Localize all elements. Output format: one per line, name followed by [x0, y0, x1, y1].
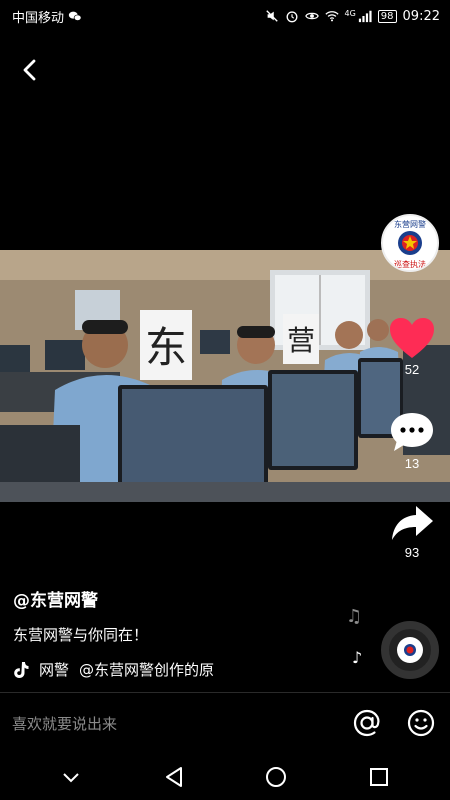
- comment-count: 13: [404, 456, 420, 471]
- video-player[interactable]: 东 营: [0, 250, 450, 502]
- music-label[interactable]: @东营网警创作的原: [79, 659, 303, 680]
- sign-2: 营: [287, 324, 315, 357]
- music-row[interactable]: 网警 @东营网警创作的原: [13, 659, 303, 680]
- mute-icon: [265, 10, 278, 22]
- nav-back-icon: [165, 766, 182, 787]
- nav-back-button[interactable]: [154, 757, 194, 797]
- alarm-icon: [286, 11, 297, 23]
- clock: 09:22: [402, 8, 440, 24]
- sign-1: 东: [145, 323, 187, 372]
- back-icon: [23, 59, 36, 81]
- emoji-icon: [407, 709, 435, 737]
- police-badge-icon: 东营网警 巡查执法: [394, 219, 426, 269]
- music-note-icon: ♫: [346, 606, 363, 627]
- status-right: 4G 98 09:22: [265, 8, 440, 24]
- avatar-text-bottom: 巡查执法: [394, 259, 426, 269]
- comment-icon: [391, 413, 433, 451]
- nav-down-icon: [63, 772, 79, 782]
- mention-button[interactable]: [350, 706, 384, 740]
- comment-button[interactable]: 13: [386, 410, 438, 471]
- comment-input[interactable]: 喜欢就要说出来: [12, 713, 330, 734]
- music-note-icon-2: ♪: [352, 648, 363, 667]
- like-count: 52: [404, 362, 420, 377]
- nav-recent-icon: [369, 767, 388, 786]
- at-icon: [353, 709, 380, 737]
- avatar-text-top: 东营网警: [394, 219, 426, 229]
- heart-icon: [390, 318, 434, 358]
- signal-icon: [358, 10, 372, 23]
- back-button[interactable]: [12, 52, 48, 88]
- video-description: 东营网警与你同在！: [13, 626, 149, 644]
- author-name[interactable]: @东营网警: [13, 586, 98, 611]
- system-nav-bar: [0, 753, 450, 800]
- share-button[interactable]: 93: [386, 503, 438, 560]
- network-type: 4G: [344, 8, 356, 18]
- comment-bar: 喜欢就要说出来: [0, 693, 450, 753]
- tag-label[interactable]: 网警: [39, 659, 69, 680]
- emoji-button[interactable]: [404, 706, 438, 740]
- eye-icon: [304, 12, 319, 20]
- tiktok-note-icon: [14, 661, 29, 678]
- like-button[interactable]: 52: [386, 316, 438, 377]
- carrier-label: 中国移动: [12, 10, 65, 26]
- share-icon: [392, 506, 433, 540]
- video-frame: 东 营: [0, 250, 450, 502]
- nav-home-button[interactable]: [256, 757, 296, 797]
- nav-recent-button[interactable]: [359, 757, 399, 797]
- share-count: 93: [404, 545, 420, 560]
- author-avatar[interactable]: 东营网警 巡查执法: [381, 214, 439, 272]
- status-bar: 中国移动 4G 98 09:22: [0, 0, 450, 32]
- battery-indicator: 98: [377, 9, 397, 23]
- music-disc[interactable]: [381, 621, 439, 679]
- disc-badge-icon: [397, 637, 423, 663]
- status-left: 中国移动: [12, 7, 82, 26]
- wechat-icon: [68, 11, 82, 21]
- nav-home-icon: [266, 766, 287, 787]
- nav-hide-button[interactable]: [51, 757, 91, 797]
- wifi-icon: [324, 11, 339, 22]
